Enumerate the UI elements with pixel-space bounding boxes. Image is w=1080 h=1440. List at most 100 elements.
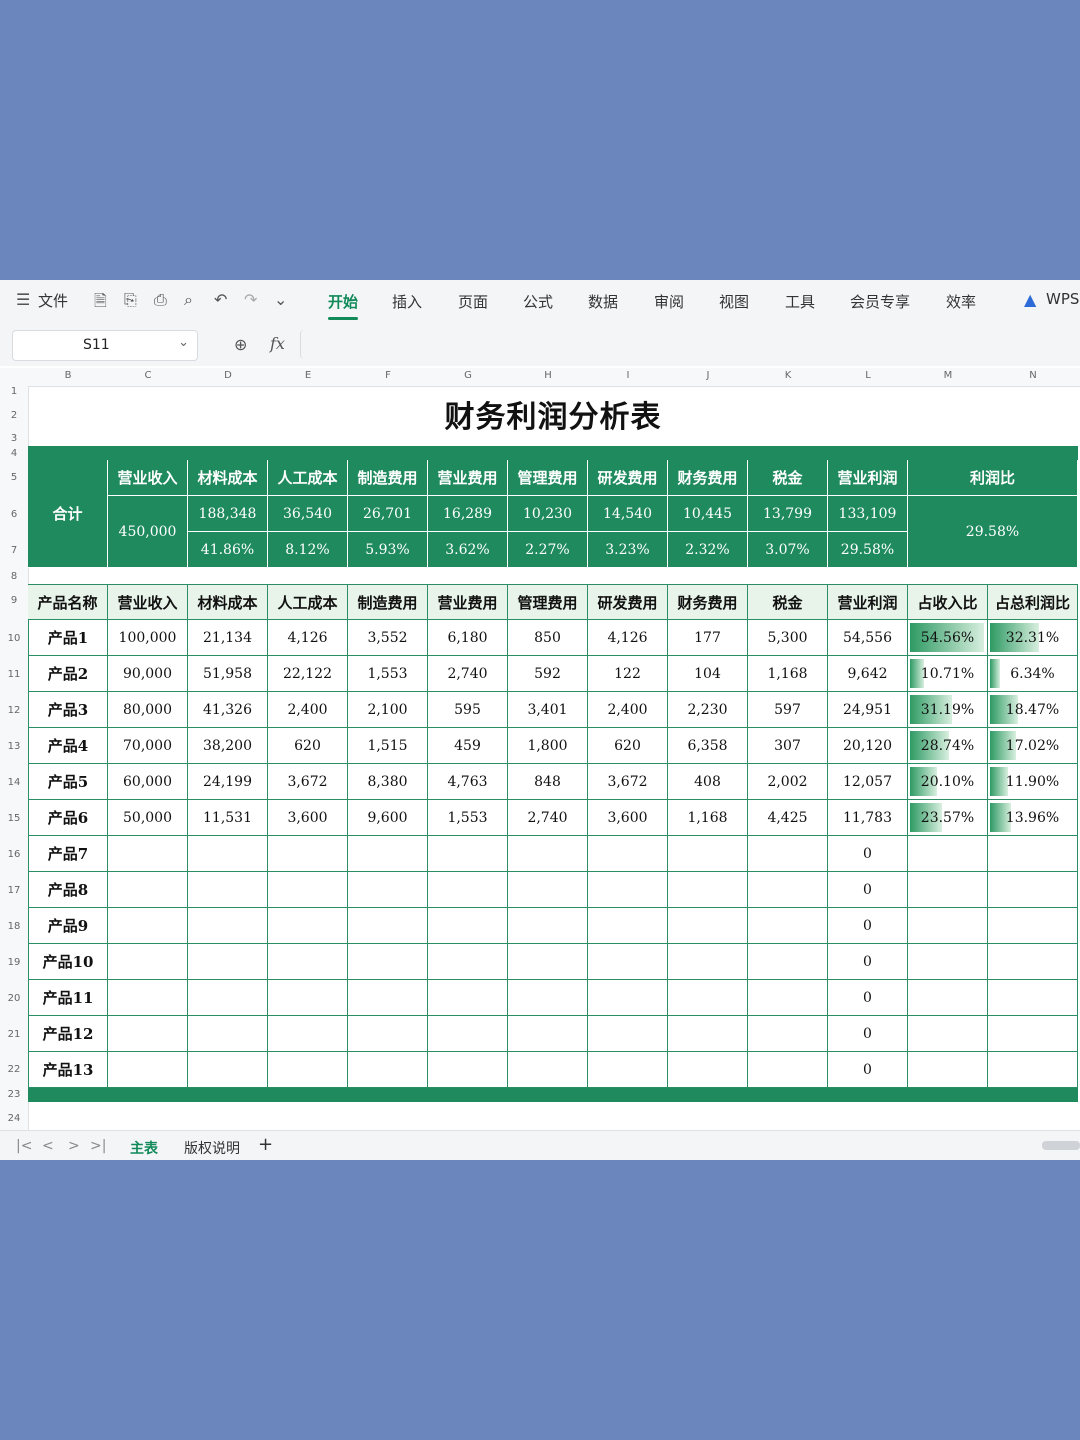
- ribbon-tab[interactable]: 插入: [392, 291, 422, 312]
- table-cell[interactable]: [348, 872, 428, 908]
- table-cell[interactable]: [428, 836, 508, 872]
- table-cell[interactable]: [588, 908, 668, 944]
- table-header[interactable]: 财务费用: [668, 584, 748, 620]
- table-header[interactable]: 营业收入: [108, 584, 188, 620]
- table-cell[interactable]: [348, 980, 428, 1016]
- row-header[interactable]: 8: [0, 571, 28, 582]
- first-sheet-icon[interactable]: |<: [16, 1138, 32, 1154]
- table-cell[interactable]: [748, 1052, 828, 1088]
- column-header[interactable]: B: [28, 370, 108, 381]
- table-cell[interactable]: 9,600: [348, 800, 428, 836]
- revenue-share-cell[interactable]: 28.74%: [908, 728, 988, 764]
- table-cell[interactable]: [508, 908, 588, 944]
- table-cell[interactable]: 1,168: [748, 656, 828, 692]
- table-cell[interactable]: [588, 836, 668, 872]
- table-cell[interactable]: 3,600: [588, 800, 668, 836]
- ribbon-tab[interactable]: 视图: [719, 291, 749, 312]
- table-header[interactable]: 税金: [748, 584, 828, 620]
- ribbon-tab[interactable]: 审阅: [654, 291, 684, 312]
- table-cell[interactable]: 12,057: [828, 764, 908, 800]
- table-cell[interactable]: 22,122: [268, 656, 348, 692]
- revenue-share-cell[interactable]: 31.19%: [908, 692, 988, 728]
- table-cell[interactable]: 0: [828, 872, 908, 908]
- table-cell[interactable]: 0: [828, 944, 908, 980]
- table-cell[interactable]: [668, 980, 748, 1016]
- table-cell[interactable]: [508, 1052, 588, 1088]
- table-cell[interactable]: 595: [428, 692, 508, 728]
- table-cell[interactable]: [348, 836, 428, 872]
- ribbon-tab[interactable]: 会员专享: [850, 291, 910, 312]
- row-header[interactable]: 4: [0, 448, 28, 459]
- product-name-cell[interactable]: 产品3: [28, 692, 108, 728]
- table-cell[interactable]: [348, 908, 428, 944]
- profit-share-cell[interactable]: 17.02%: [988, 728, 1078, 764]
- table-cell[interactable]: 4,763: [428, 764, 508, 800]
- table-cell[interactable]: [748, 944, 828, 980]
- sheet-tab-main[interactable]: 主表: [130, 1138, 158, 1158]
- table-cell[interactable]: [428, 1052, 508, 1088]
- revenue-share-cell[interactable]: [908, 980, 988, 1016]
- table-cell[interactable]: 597: [748, 692, 828, 728]
- column-header[interactable]: E: [268, 370, 348, 381]
- table-cell[interactable]: 38,200: [188, 728, 268, 764]
- ribbon-tab[interactable]: 公式: [523, 291, 553, 312]
- revenue-share-cell[interactable]: [908, 944, 988, 980]
- table-cell[interactable]: [268, 836, 348, 872]
- table-cell[interactable]: 1,800: [508, 728, 588, 764]
- table-cell[interactable]: [428, 872, 508, 908]
- table-cell[interactable]: [668, 908, 748, 944]
- redo-icon[interactable]: ↷: [244, 290, 257, 309]
- table-cell[interactable]: 11,531: [188, 800, 268, 836]
- row-header[interactable]: 6: [0, 509, 28, 520]
- profit-share-cell[interactable]: 11.90%: [988, 764, 1078, 800]
- table-cell[interactable]: 0: [828, 1052, 908, 1088]
- table-cell[interactable]: 2,002: [748, 764, 828, 800]
- table-cell[interactable]: 3,552: [348, 620, 428, 656]
- column-header[interactable]: L: [828, 370, 908, 381]
- table-cell[interactable]: [268, 1052, 348, 1088]
- table-header[interactable]: 营业利润: [828, 584, 908, 620]
- share-icon[interactable]: ⎘: [124, 290, 137, 310]
- revenue-share-cell[interactable]: 23.57%: [908, 800, 988, 836]
- table-cell[interactable]: [348, 1016, 428, 1052]
- profit-share-cell[interactable]: [988, 1052, 1078, 1088]
- revenue-share-cell[interactable]: 54.56%: [908, 620, 988, 656]
- row-header[interactable]: 17: [0, 885, 28, 896]
- table-header[interactable]: 研发费用: [588, 584, 668, 620]
- table-cell[interactable]: [268, 872, 348, 908]
- table-cell[interactable]: [108, 872, 188, 908]
- table-cell[interactable]: [348, 944, 428, 980]
- table-cell[interactable]: 122: [588, 656, 668, 692]
- table-cell[interactable]: 41,326: [188, 692, 268, 728]
- table-cell[interactable]: [188, 980, 268, 1016]
- table-cell[interactable]: [108, 1016, 188, 1052]
- undo-icon[interactable]: ↶: [214, 290, 227, 309]
- product-name-cell[interactable]: 产品9: [28, 908, 108, 944]
- profit-share-cell[interactable]: 32.31%: [988, 620, 1078, 656]
- table-cell[interactable]: [508, 836, 588, 872]
- print-preview-icon[interactable]: ⌕: [184, 290, 193, 310]
- row-header[interactable]: 9: [0, 595, 28, 606]
- profit-share-cell[interactable]: [988, 980, 1078, 1016]
- table-cell[interactable]: 3,672: [588, 764, 668, 800]
- row-header[interactable]: 21: [0, 1029, 28, 1040]
- profit-share-cell[interactable]: [988, 944, 1078, 980]
- table-cell[interactable]: 1,553: [428, 800, 508, 836]
- table-header[interactable]: 占总利润比: [988, 584, 1078, 620]
- table-cell[interactable]: 307: [748, 728, 828, 764]
- product-name-cell[interactable]: 产品10: [28, 944, 108, 980]
- table-header[interactable]: 占收入比: [908, 584, 988, 620]
- table-header[interactable]: 营业费用: [428, 584, 508, 620]
- print-icon[interactable]: ⎙: [154, 290, 167, 310]
- row-header[interactable]: 5: [0, 472, 28, 483]
- table-cell[interactable]: 2,740: [428, 656, 508, 692]
- table-cell[interactable]: [668, 1052, 748, 1088]
- table-cell[interactable]: 70,000: [108, 728, 188, 764]
- row-header[interactable]: 23: [0, 1089, 28, 1100]
- profit-share-cell[interactable]: [988, 908, 1078, 944]
- table-cell[interactable]: [508, 944, 588, 980]
- table-cell[interactable]: 1,515: [348, 728, 428, 764]
- revenue-share-cell[interactable]: 20.10%: [908, 764, 988, 800]
- prev-sheet-icon[interactable]: <: [42, 1138, 54, 1154]
- table-cell[interactable]: [588, 872, 668, 908]
